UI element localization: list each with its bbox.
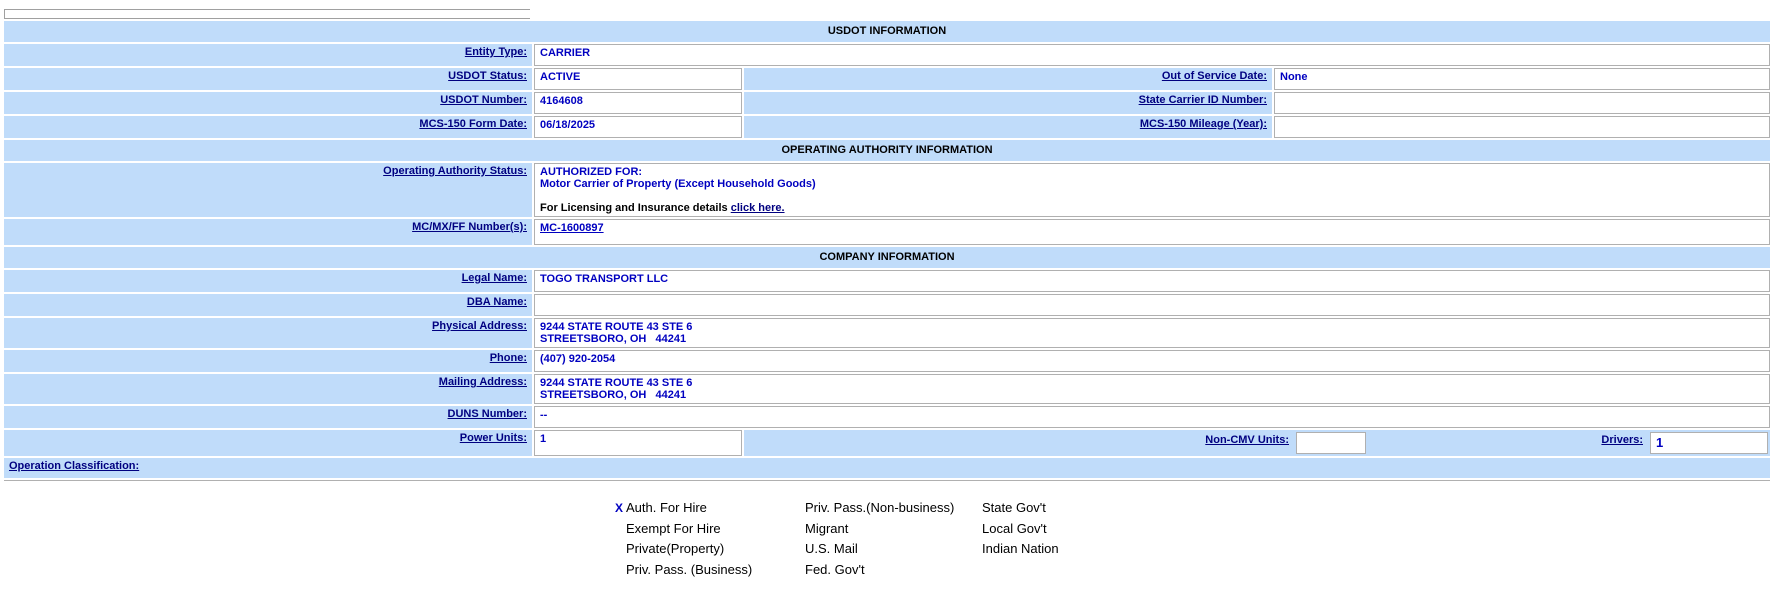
drivers-label[interactable]: Drivers: bbox=[1601, 434, 1643, 446]
phone-value: (407) 920-2054 bbox=[534, 350, 1770, 372]
mcs150-date-label[interactable]: MCS-150 Form Date: bbox=[419, 118, 527, 130]
mailing-address-label[interactable]: Mailing Address: bbox=[439, 376, 527, 388]
operation-classification-panel: X Auth. For Hire Exempt For Hire Private(Pr… bbox=[4, 480, 1770, 579]
usdot-section-header: USDOT INFORMATION bbox=[4, 21, 1770, 42]
operation-item-label: Indian Nation bbox=[982, 541, 1059, 556]
physical-address-line-2: STREETSBORO, OH 44241 bbox=[540, 333, 687, 345]
mailing-address-line-2: STREETSBORO, OH 44241 bbox=[540, 389, 687, 401]
physical-address-value: 9244 STATE ROUTE 43 STE 6 STREETSBORO, O… bbox=[534, 318, 1770, 348]
mcs150-mileage-label[interactable]: MCS-150 Mileage (Year): bbox=[1140, 118, 1267, 130]
operation-item-label: Priv. Pass. (Business) bbox=[626, 561, 753, 577]
operation-column-3: State Gov't Local Gov't Indian Nation bbox=[982, 498, 1059, 560]
usdot-number-value: 4164608 bbox=[534, 92, 742, 114]
operation-item-label: State Gov't bbox=[982, 500, 1046, 515]
operation-item-label: Private(Property) bbox=[626, 541, 725, 556]
dba-name-value bbox=[534, 294, 1770, 316]
mc-number-label[interactable]: MC/MX/FF Number(s): bbox=[412, 221, 527, 233]
usdot-status-label[interactable]: USDOT Status: bbox=[448, 70, 527, 82]
operation-mark: X bbox=[615, 501, 624, 515]
usdot-status-value: ACTIVE bbox=[534, 68, 742, 90]
authority-line-1: AUTHORIZED FOR: bbox=[540, 166, 643, 178]
operation-item-label: U.S. Mail bbox=[805, 541, 858, 556]
state-carrier-id-value bbox=[1274, 92, 1770, 114]
duns-number-label[interactable]: DUNS Number: bbox=[448, 408, 527, 420]
operation-item-label: Fed. Gov't bbox=[805, 561, 865, 577]
out-of-service-label[interactable]: Out of Service Date: bbox=[1162, 70, 1267, 82]
licensing-link[interactable]: click here. bbox=[731, 202, 785, 214]
authority-section-header: OPERATING AUTHORITY INFORMATION bbox=[4, 140, 1770, 161]
out-of-service-value: None bbox=[1274, 68, 1770, 90]
power-units-label[interactable]: Power Units: bbox=[460, 432, 527, 444]
authority-line-2: Motor Carrier of Property (Except Househ… bbox=[540, 178, 816, 190]
operating-authority-status-value: AUTHORIZED FOR: Motor Carrier of Propert… bbox=[534, 163, 1770, 217]
entity-type-label[interactable]: Entity Type: bbox=[465, 46, 527, 58]
operation-item-label: Local Gov't bbox=[982, 520, 1047, 536]
entity-type-value: CARRIER bbox=[534, 44, 1770, 66]
legal-name-value: TOGO TRANSPORT LLC bbox=[534, 270, 1770, 292]
physical-address-label[interactable]: Physical Address: bbox=[432, 320, 527, 332]
operation-item-label: Auth. For Hire bbox=[626, 500, 707, 515]
operation-classification-label[interactable]: Operation Classification: bbox=[9, 460, 139, 472]
power-units-value: 1 bbox=[534, 430, 742, 456]
operation-item-label: Migrant bbox=[805, 520, 849, 536]
mcs150-date-value: 06/18/2025 bbox=[534, 116, 742, 138]
non-cmv-units-label[interactable]: Non-CMV Units: bbox=[1205, 434, 1289, 446]
legal-name-label[interactable]: Legal Name: bbox=[462, 272, 527, 284]
snapshot-table: USDOT INFORMATION Entity Type: CARRIER U… bbox=[2, 19, 1772, 581]
non-cmv-units-value bbox=[1296, 432, 1366, 454]
operation-item-label: Priv. Pass.(Non-business) bbox=[805, 500, 955, 515]
duns-number-value: -- bbox=[534, 406, 1770, 428]
operating-authority-status-label[interactable]: Operating Authority Status: bbox=[383, 165, 527, 177]
operation-item: X Auth. For Hire bbox=[615, 498, 752, 519]
operation-item: Priv. Pass. (Business) bbox=[615, 560, 752, 581]
physical-address-line-1: 9244 STATE ROUTE 43 STE 6 bbox=[540, 321, 693, 333]
operation-column-2: Priv. Pass.(Non-business) Migrant U.S. Mai… bbox=[805, 498, 954, 580]
mailing-address-line-1: 9244 STATE ROUTE 43 STE 6 bbox=[540, 377, 693, 389]
operation-item: Private(Property) bbox=[615, 539, 752, 560]
mailing-address-value: 9244 STATE ROUTE 43 STE 6 STREETSBORO, O… bbox=[534, 374, 1770, 404]
phone-label[interactable]: Phone: bbox=[490, 352, 527, 364]
dba-name-label[interactable]: DBA Name: bbox=[467, 296, 527, 308]
operation-item: Exempt For Hire bbox=[615, 519, 752, 540]
mc-number-link[interactable]: MC-1600897 bbox=[540, 222, 604, 234]
operation-column-1: X Auth. For Hire Exempt For Hire Private(Pr… bbox=[615, 498, 752, 580]
licensing-text: For Licensing and Insurance details bbox=[540, 202, 728, 214]
state-carrier-id-label[interactable]: State Carrier ID Number: bbox=[1139, 94, 1267, 106]
drivers-value: 1 bbox=[1650, 432, 1768, 454]
mcs150-mileage-value bbox=[1274, 116, 1770, 138]
usdot-number-label[interactable]: USDOT Number: bbox=[440, 94, 527, 106]
top-strip bbox=[4, 9, 530, 19]
company-section-header: COMPANY INFORMATION bbox=[4, 247, 1770, 268]
operation-item-label: Exempt For Hire bbox=[626, 520, 721, 536]
